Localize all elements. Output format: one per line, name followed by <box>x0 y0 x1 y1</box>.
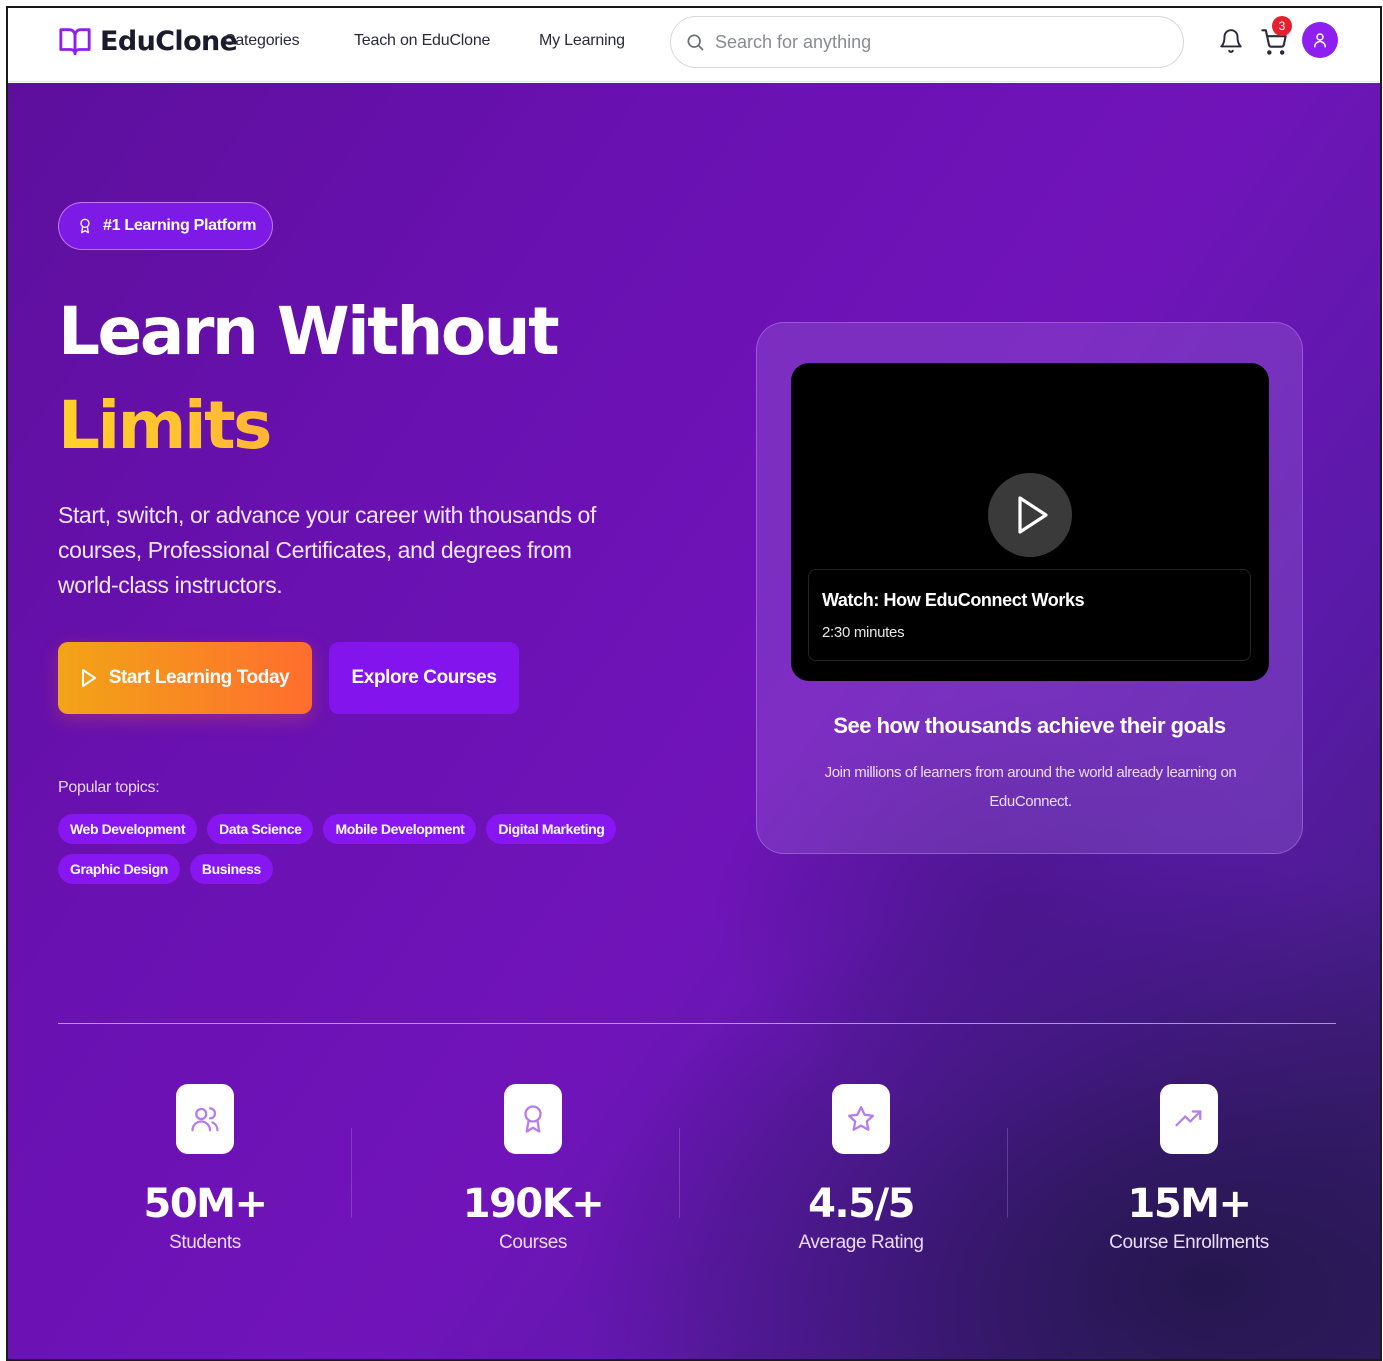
topic-chips: Web Development Data Science Mobile Deve… <box>58 814 618 884</box>
stat-label: Average Rating <box>798 1232 924 1253</box>
topic-chip-mobile-development[interactable]: Mobile Development <box>323 814 477 844</box>
topic-chip-business[interactable]: Business <box>189 854 273 884</box>
platform-badge: #1 Learning Platform <box>58 202 274 250</box>
avatar[interactable] <box>1302 22 1338 58</box>
user-icon <box>1314 33 1326 48</box>
search-bar[interactable] <box>670 16 1184 68</box>
stat-value: 15M+ <box>1127 1181 1252 1227</box>
stat-average-rating: 4.5/5 Average Rating <box>711 1084 1011 1254</box>
hero-title-line-2: Limits <box>58 387 272 464</box>
video-card-text: Join millions of learners from around th… <box>824 764 1237 810</box>
play-icon <box>1018 496 1048 534</box>
stat-separator <box>1007 1128 1008 1218</box>
stat-separator <box>679 1128 680 1218</box>
nav-link-my-learning[interactable]: My Learning <box>539 32 625 50</box>
stat-separator <box>351 1128 352 1218</box>
stat-label: Students <box>169 1232 241 1253</box>
brand-logo[interactable]: EduClone <box>58 24 238 58</box>
top-nav-bar: EduClone Categories Teach on EduClone My… <box>8 8 1380 82</box>
start-learning-button[interactable]: Start Learning Today <box>58 642 312 714</box>
book-open-icon <box>59 28 91 56</box>
explore-courses-button[interactable]: Explore Courses <box>329 642 519 714</box>
stat-icon-box <box>1160 1084 1218 1154</box>
stat-value: 190K+ <box>462 1181 605 1227</box>
topic-chip-web-development[interactable]: Web Development <box>58 814 198 844</box>
start-learning-label: Start Learning Today <box>108 667 290 688</box>
video-caption: Watch: How EduConnect Works 2:30 minutes <box>808 569 1251 661</box>
nav-link-categories[interactable]: Categories <box>224 32 300 50</box>
bell-icon[interactable] <box>1218 27 1244 55</box>
stat-label: Course Enrollments <box>1109 1232 1269 1253</box>
star-icon <box>848 1106 874 1131</box>
users-icon <box>191 1107 219 1132</box>
trending-up-icon <box>1175 1110 1202 1127</box>
video-duration: 2:30 minutes <box>822 624 905 641</box>
nav-link-teach[interactable]: Teach on EduClone <box>354 32 490 50</box>
search-icon <box>687 34 704 51</box>
hero-title-line-1: Learn Without <box>58 293 560 370</box>
stat-icon-box <box>176 1084 234 1154</box>
popular-topics-label: Popular topics: <box>58 779 160 796</box>
play-icon <box>81 669 96 687</box>
stat-students: 50M+ Students <box>55 1084 355 1254</box>
stat-course-enrollments: 15M+ Course Enrollments <box>1039 1084 1339 1254</box>
stat-courses: 190K+ Courses <box>383 1084 683 1254</box>
brand-name: EduClone <box>100 25 238 57</box>
search-input[interactable] <box>715 31 1155 53</box>
app-window: EduClone Categories Teach on EduClone My… <box>6 6 1382 1361</box>
stat-icon-box <box>504 1084 562 1154</box>
stat-icon-box <box>832 1084 890 1154</box>
stat-label: Courses <box>499 1232 567 1253</box>
hero-description: Start, switch, or advance your career wi… <box>58 502 596 598</box>
stat-value: 50M+ <box>143 1181 268 1227</box>
video-card: Watch: How EduConnect Works 2:30 minutes… <box>756 322 1303 854</box>
platform-badge-label: #1 Learning Platform <box>103 217 257 234</box>
cart-count-badge: 3 <box>1272 16 1292 36</box>
section-divider <box>58 1023 1336 1024</box>
stat-value: 4.5/5 <box>808 1181 915 1227</box>
hero-section: #1 Learning Platform Learn Without Limit… <box>8 83 1380 1359</box>
play-button[interactable] <box>988 473 1072 557</box>
topic-chip-data-science[interactable]: Data Science <box>207 814 314 844</box>
topic-chip-graphic-design[interactable]: Graphic Design <box>58 854 180 884</box>
topic-chip-digital-marketing[interactable]: Digital Marketing <box>486 814 617 844</box>
video-card-heading: See how thousands achieve their goals <box>833 713 1226 738</box>
award-icon <box>80 218 90 234</box>
video-player[interactable]: Watch: How EduConnect Works 2:30 minutes <box>791 363 1269 681</box>
award-icon <box>524 1105 542 1133</box>
video-title: Watch: How EduConnect Works <box>822 590 1085 610</box>
